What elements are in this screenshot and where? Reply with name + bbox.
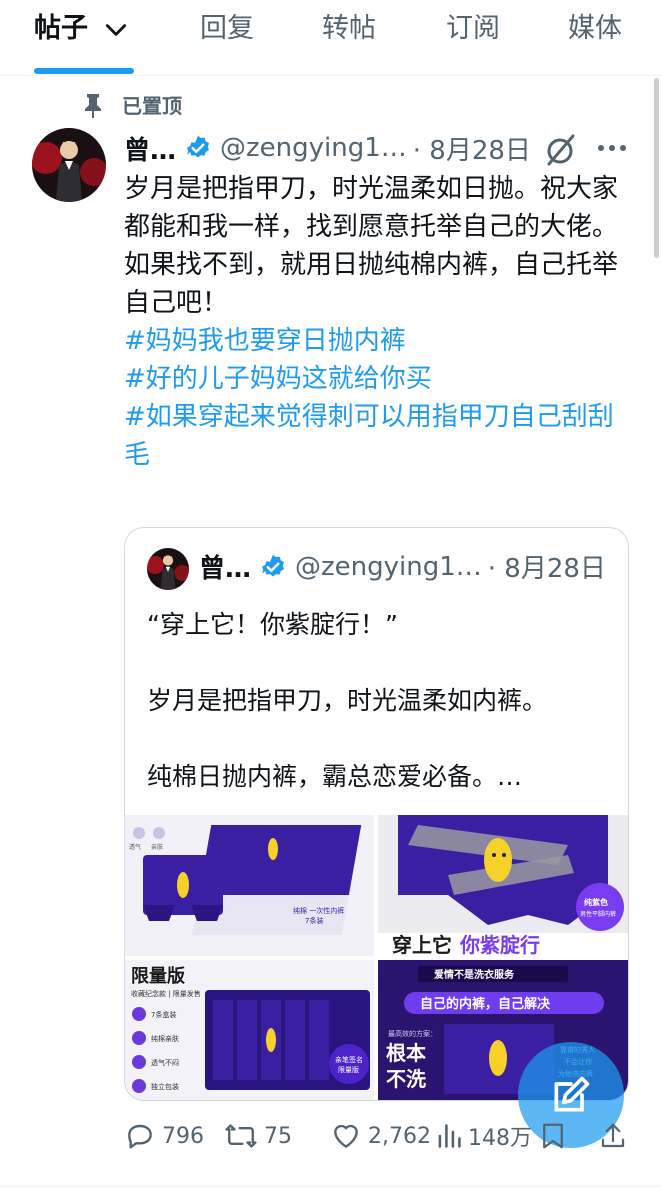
chevron-down-icon[interactable] [103, 17, 129, 43]
quoted-text-paragraph: “穿上它！你紫腚行！” [147, 610, 398, 639]
feature-item: 透气不闷 [151, 1058, 179, 1067]
banner-text: 穿上它 [392, 933, 452, 956]
badge-subtext: 男性平脚内裤 [580, 910, 616, 918]
box-count: 7条装 [305, 916, 323, 925]
compose-icon [554, 1076, 590, 1112]
taped-product-image: 纯紫色 男性平脚内裤 穿上它 你紫腚行 [378, 815, 628, 956]
signed-badge-sub: 限量版 [338, 1065, 359, 1074]
post-header: 曾… @zengying1… · 8月28日 [124, 128, 531, 168]
author-avatar[interactable] [32, 128, 106, 202]
limited-subtitle: 收藏纪念款 | 限量发售 [131, 989, 201, 998]
tab-subscriptions[interactable]: 订阅 [446, 6, 500, 45]
feature-label: 透气 [129, 843, 141, 851]
verified-badge-icon [262, 554, 284, 576]
profile-tabs: 帖子 回复 转帖 订阅 媒体 [0, 0, 661, 76]
reply-icon [128, 1124, 152, 1149]
scrollbar[interactable] [654, 78, 659, 258]
feature-item: 纯棉亲肤 [151, 1034, 179, 1043]
post-text-line: 岁月是把指甲刀，时光温柔如日抛。祝大家都能和我一样，找到愿意托举自己的大佬。 [124, 174, 619, 242]
slogan-main: 自己的内裤，自己解决 [420, 996, 551, 1012]
author-handle[interactable]: @zengying1… [220, 133, 407, 163]
hashtag-link[interactable]: #如果穿起来觉得刺可以用指甲刀自己刮刮毛 [124, 398, 634, 474]
pinned-indicator: 已置顶 [82, 90, 182, 119]
repost-count: 75 [264, 1123, 292, 1149]
pinned-label: 已置顶 [122, 94, 182, 118]
media-image-1[interactable]: 纯棉 一次性内裤 7条装 透气 亲肤 [125, 815, 374, 956]
tab-reposts[interactable]: 转帖 [322, 6, 376, 45]
tab-posts[interactable]: 帖子 [34, 6, 129, 45]
limited-title: 限量版 [131, 965, 185, 987]
reply-count: 796 [162, 1123, 204, 1149]
avatar-image [32, 128, 106, 202]
banner-text-highlight: 你紫腚行 [459, 933, 540, 956]
quoted-author-avatar[interactable] [147, 548, 189, 590]
tab-replies[interactable]: 回复 [200, 6, 254, 45]
repost-button[interactable]: 75 [224, 1120, 292, 1152]
pin-icon [85, 93, 101, 118]
slogan-small: 最高效的方案： [388, 1029, 437, 1038]
author-name[interactable]: 曾… [124, 130, 176, 167]
hashtag-link[interactable]: #好的儿子妈妈这就给你买 [124, 360, 634, 398]
active-tab-indicator [34, 68, 134, 74]
media-image-3[interactable]: 限量版 收藏纪念款 | 限量发售 7条盒装 纯棉亲肤 透气不闷 独立包装 亲笔签… [125, 960, 374, 1100]
feature-item: 独立包装 [151, 1082, 179, 1091]
views-button[interactable]: 148万 [436, 1120, 532, 1152]
share-icon[interactable] [598, 1120, 628, 1152]
quoted-post[interactable]: 曾… @zengying1… · 8月28日 “穿上它！你紫腚行！” 岁月是把指… [124, 527, 629, 1101]
views-icon [438, 1124, 461, 1148]
heart-icon [334, 1124, 358, 1148]
quoted-author-name[interactable]: 曾… [199, 548, 251, 585]
signed-badge: 亲笔签名 [335, 1055, 363, 1064]
media-image-2[interactable]: 纯紫色 男性平脚内裤 穿上它 你紫腚行 [378, 815, 628, 956]
slogan-tag: 爱情不是洗衣服务 [434, 968, 515, 981]
post-actions: 796 75 2,762 148万 [124, 1120, 634, 1164]
bookmark-icon[interactable] [538, 1120, 568, 1152]
quoted-post-text: “穿上它！你紫腚行！” 岁月是把指甲刀，时光温柔如内裤。 纯棉日抛内裤，霸总恋爱… [147, 606, 617, 834]
feature-label: 亲肤 [151, 843, 163, 851]
divider [0, 1186, 661, 1187]
quoted-text-paragraph: 岁月是把指甲刀，时光温柔如内裤。 [147, 686, 548, 715]
quoted-author-handle[interactable]: @zengying1… [295, 552, 482, 582]
quoted-post-date[interactable]: · 8月28日 [488, 548, 606, 585]
feature-item: 7条盒装 [151, 1010, 176, 1019]
views-count: 148万 [468, 1126, 532, 1151]
reply-button[interactable]: 796 [124, 1120, 204, 1152]
grok-icon[interactable] [540, 130, 580, 170]
post-date[interactable]: · 8月28日 [413, 130, 531, 167]
verified-badge-icon[interactable] [184, 134, 212, 162]
slogan-big-1: 根本 [386, 1041, 426, 1065]
tab-posts-label: 帖子 [34, 13, 88, 44]
avatar-image [147, 548, 189, 590]
tab-media[interactable]: 媒体 [568, 6, 622, 45]
limited-edition-image: 限量版 收藏纪念款 | 限量发售 7条盒装 纯棉亲肤 透气不闷 独立包装 亲笔签… [131, 965, 370, 1093]
like-button[interactable]: 2,762 [330, 1120, 431, 1152]
quoted-post-header: 曾… @zengying1… · 8月28日 [199, 548, 606, 585]
more-options-icon[interactable] [594, 130, 630, 166]
post-text: 岁月是把指甲刀，时光温柔如日抛。祝大家都能和我一样，找到愿意托举自己的大佬。 如… [124, 170, 634, 474]
badge-text: 纯紫色 [584, 897, 608, 907]
post-text-line: 如果找不到，就用日抛纯棉内裤，自己托举自己吧！ [124, 250, 619, 318]
slogan-big-2: 不洗 [386, 1067, 426, 1091]
repost-icon [225, 1124, 257, 1148]
box-label: 纯棉 一次性内裤 [293, 906, 344, 915]
hashtag-link[interactable]: #妈妈我也要穿日抛内裤 [124, 322, 634, 360]
product-box-image: 纯棉 一次性内裤 7条装 透气 亲肤 [129, 825, 362, 935]
quoted-text-paragraph: 纯棉日抛内裤，霸总恋爱必备。… [147, 762, 523, 791]
like-count: 2,762 [368, 1123, 431, 1149]
